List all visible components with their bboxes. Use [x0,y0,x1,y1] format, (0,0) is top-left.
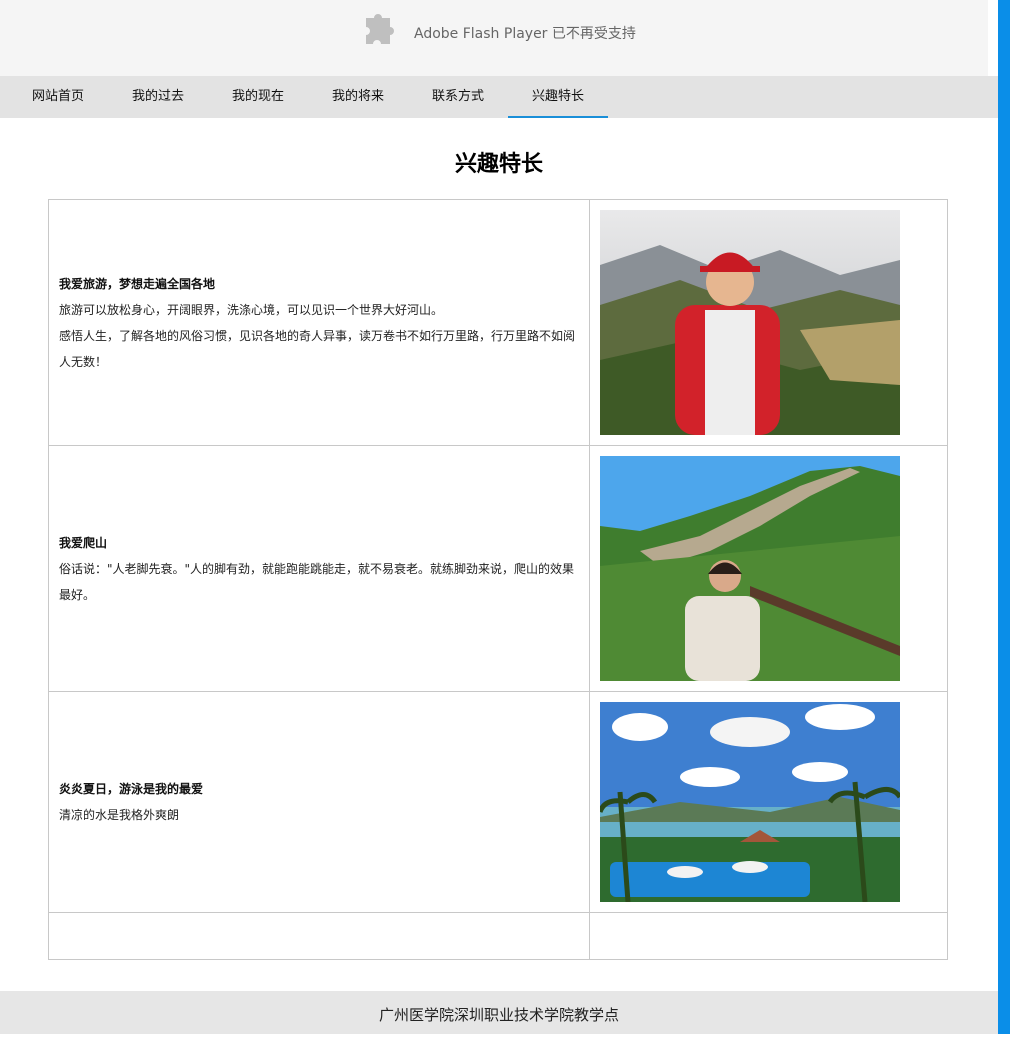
nav-item-present[interactable]: 我的现在 [208,76,308,118]
empty-cell [589,912,948,960]
plugin-puzzle-icon [366,14,394,44]
hobby-line: 感悟人生，了解各地的风俗习惯，见识各地的奇人异事，读万卷书不如行万里路，行万里路… [59,328,576,369]
hobby-photo-cell [589,199,948,446]
footer: 广州医学院深圳职业技术学院教学点 [0,991,998,1034]
hobby-heading: 我爱爬山 [59,535,108,550]
flash-placeholder: Adobe Flash Player 已不再受支持 [0,0,988,76]
flash-unsupported-text: Adobe Flash Player 已不再受支持 [414,26,636,42]
hobby-text-cell: 炎炎夏日，游泳是我的最爱 清凉的水是我格外爽朗 [48,691,590,913]
hobbies-table: 我爱旅游，梦想走遍全国各地 旅游可以放松身心，开阔眼界，洗涤心境，可以见识一个世… [48,199,948,960]
travel-mountain-photo [600,210,900,435]
scrollbar[interactable] [998,0,1010,1034]
main-nav: 网站首页 我的过去 我的现在 我的将来 联系方式 兴趣特长 [0,76,998,118]
hobby-heading: 炎炎夏日，游泳是我的最爱 [59,782,204,796]
empty-cell [48,912,590,960]
page: Adobe Flash Player 已不再受支持 网站首页 我的过去 我的现在… [0,0,998,1034]
hobby-line: 清凉的水是我格外爽朗 [59,808,180,822]
table-row [48,912,948,960]
page-title: 兴趣特长 [454,152,543,177]
hobby-photo-cell [589,445,948,692]
great-wall-photo [600,456,900,681]
nav-item-home[interactable]: 网站首页 [8,76,108,118]
hobby-heading: 我爱旅游，梦想走遍全国各地 [59,276,216,291]
nav-item-hobbies[interactable]: 兴趣特长 [508,76,608,118]
hobby-text-cell: 我爱旅游，梦想走遍全国各地 旅游可以放松身心，开阔眼界，洗涤心境，可以见识一个世… [48,199,590,446]
table-row: 我爱爬山 俗话说："人老脚先衰。"人的脚有劲，就能跑能跳能走，就不易衰老。就练脚… [48,445,948,692]
hobby-line: 旅游可以放松身心，开阔眼界，洗涤心境，可以见识一个世界大好河山。 [59,302,444,317]
resort-pool-photo [600,702,900,902]
scrollbar-thumb[interactable] [998,0,1010,76]
footer-text: 广州医学院深圳职业技术学院教学点 [378,1006,619,1024]
table-row: 炎炎夏日，游泳是我的最爱 清凉的水是我格外爽朗 [48,691,948,913]
table-row: 我爱旅游，梦想走遍全国各地 旅游可以放松身心，开阔眼界，洗涤心境，可以见识一个世… [48,199,948,446]
hobby-photo-cell [589,691,948,913]
nav-item-future[interactable]: 我的将来 [308,76,408,118]
hobby-line: 俗话说："人老脚先衰。"人的脚有劲，就能跑能跳能走，就不易衰老。就练脚劲来说，爬… [59,561,575,602]
nav-item-contact[interactable]: 联系方式 [408,76,508,118]
hobby-text-cell: 我爱爬山 俗话说："人老脚先衰。"人的脚有劲，就能跑能跳能走，就不易衰老。就练脚… [48,445,590,692]
nav-item-past[interactable]: 我的过去 [108,76,208,118]
